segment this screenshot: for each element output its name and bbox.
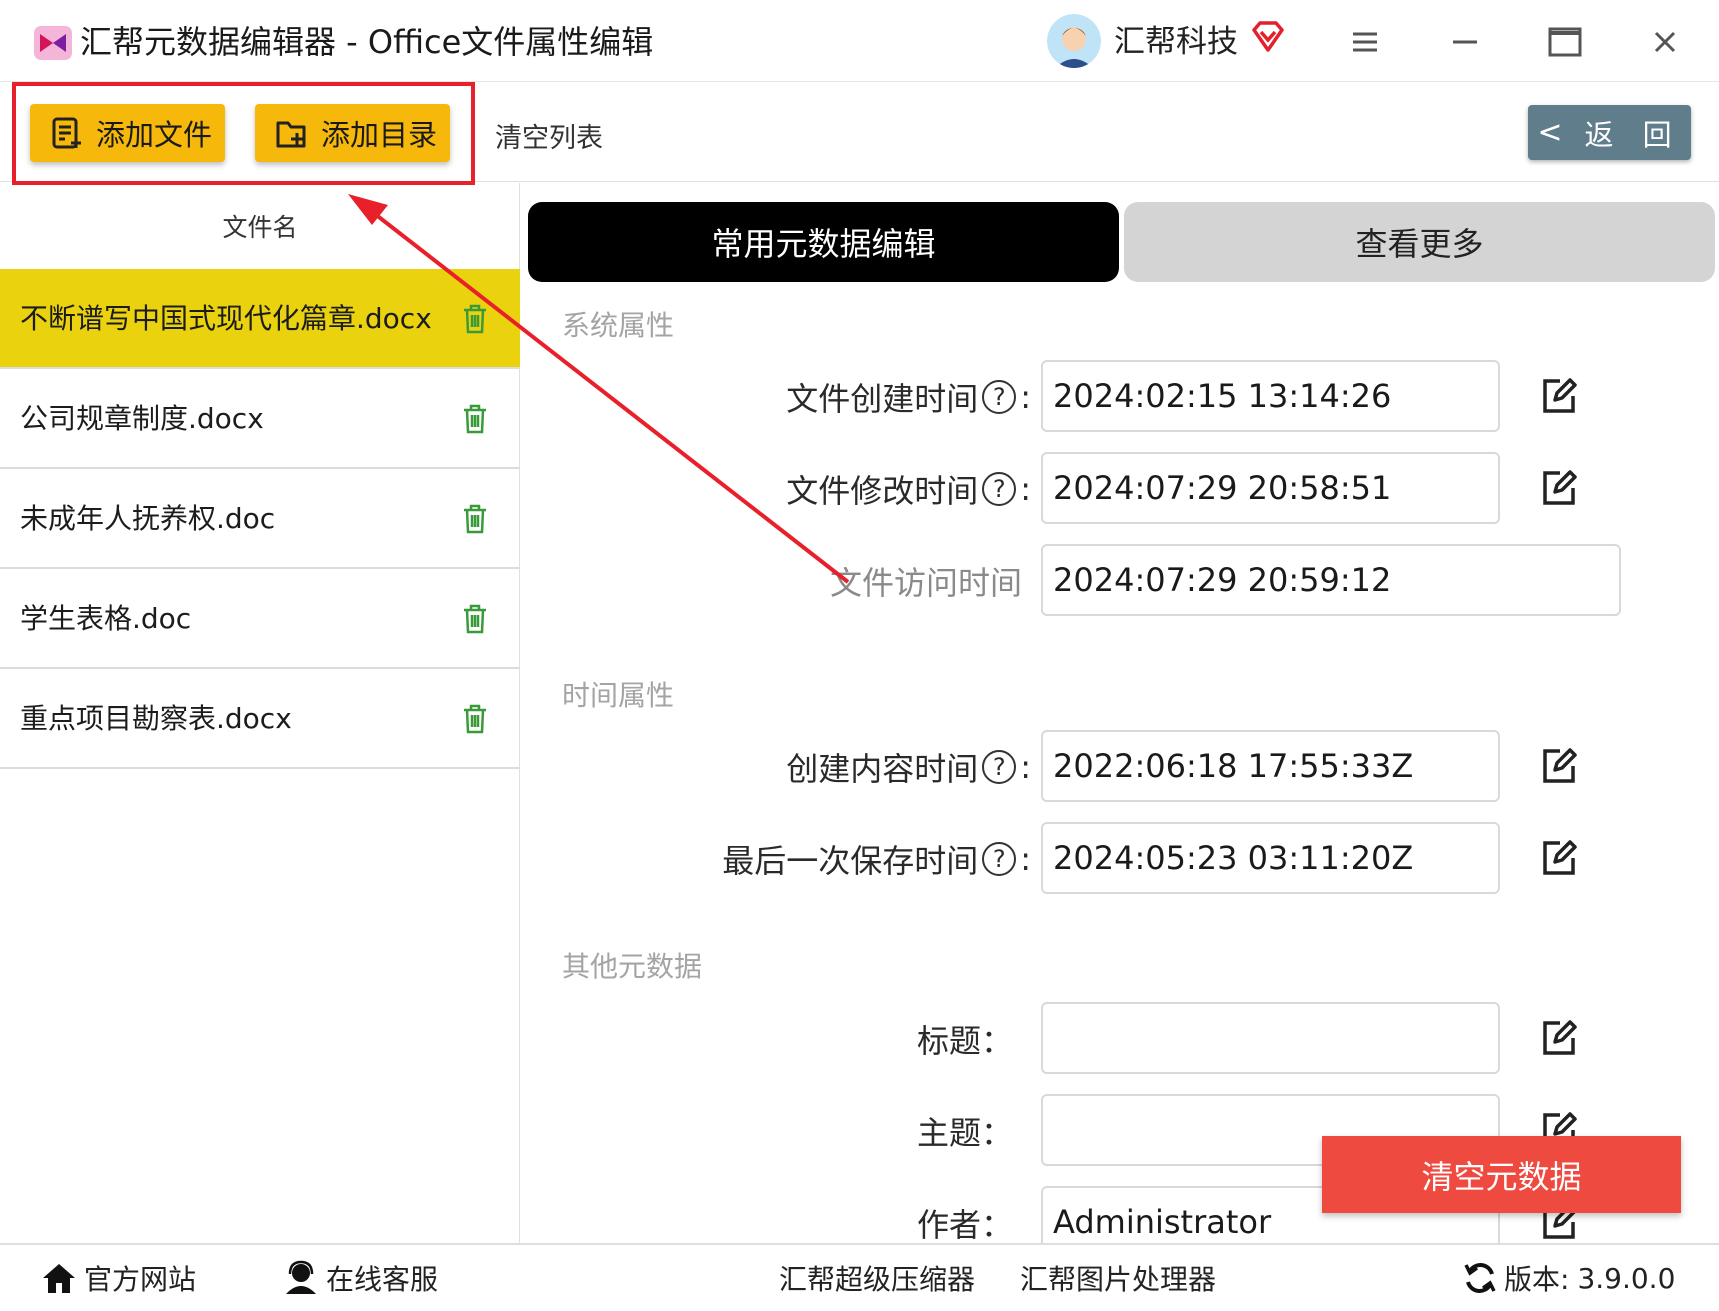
file-list-panel: 文件名 不断谱写中国式现代化篇章.docx 公司规章制度.docx 未成年人抚养… xyxy=(0,183,520,1243)
delete-icon[interactable] xyxy=(461,503,489,535)
last-saved-label-text: 最后一次保存时间 xyxy=(722,842,979,880)
modified-time-field[interactable]: 2024:07:29 20:58:51 xyxy=(1041,452,1500,524)
app-logo-icon xyxy=(34,26,72,60)
help-icon[interactable]: ? xyxy=(982,472,1017,506)
file-row[interactable]: 不断谱写中国式现代化篇章.docx xyxy=(0,269,520,369)
section-title-other: 其他元数据 xyxy=(562,950,703,983)
last-saved-label: 最后一次保存时间 ?: xyxy=(722,836,1031,882)
edit-icon[interactable] xyxy=(1540,1019,1578,1057)
last-saved-field[interactable]: 2024:05:23 03:11:20Z xyxy=(1041,822,1500,894)
author-label: 作者： xyxy=(916,1206,1013,1244)
version-number: 3.9.0.0 xyxy=(1577,1261,1676,1295)
file-name: 公司规章制度.docx xyxy=(20,402,264,435)
delete-icon[interactable] xyxy=(461,603,489,635)
help-icon[interactable]: ? xyxy=(982,750,1017,784)
clear-list-button[interactable]: 清空列表 xyxy=(495,116,603,155)
section-title-system: 系统属性 xyxy=(562,309,675,342)
add-folder-button[interactable]: 添加目录 xyxy=(255,104,450,162)
file-row[interactable]: 未成年人抚养权.doc xyxy=(0,469,520,569)
accessed-time-label-text: 文件访问时间 xyxy=(829,564,1022,602)
content-created-label: 创建内容时间 ?: xyxy=(786,744,1031,790)
delete-icon[interactable] xyxy=(461,403,489,435)
online-support-link[interactable]: 在线客服 xyxy=(282,1245,438,1311)
online-support-label: 在线客服 xyxy=(326,1263,439,1296)
created-time-label-text: 文件创建时间 xyxy=(786,380,979,418)
help-icon[interactable]: ? xyxy=(982,842,1017,876)
file-row[interactable]: 学生表格.doc xyxy=(0,569,520,669)
accessed-time-field: 2024:07:29 20:59:12 xyxy=(1041,544,1621,616)
add-file-button[interactable]: 添加文件 xyxy=(30,104,225,162)
edit-icon[interactable] xyxy=(1540,747,1578,785)
help-icon[interactable]: ? xyxy=(982,380,1017,414)
subject-label: 主题： xyxy=(916,1114,1013,1152)
accessed-time-label: 文件访问时间 xyxy=(830,558,1022,604)
status-bar: 官方网站 在线客服 汇帮超级压缩器 汇帮图片处理器 版本: 3.9.0.0 xyxy=(0,1243,1719,1311)
created-time-label: 文件创建时间 ?: xyxy=(786,374,1031,420)
window-title: 汇帮元数据编辑器 - Office文件属性编辑 xyxy=(80,23,654,61)
vip-diamond-icon[interactable] xyxy=(1250,20,1286,54)
edit-icon[interactable] xyxy=(1540,839,1578,877)
back-label: 返 回 xyxy=(1584,117,1682,152)
delete-icon[interactable] xyxy=(461,703,489,735)
content-created-label-text: 创建内容时间 xyxy=(786,750,979,788)
minimize-icon[interactable] xyxy=(1443,20,1487,64)
user-avatar[interactable] xyxy=(1047,14,1101,68)
edit-icon[interactable] xyxy=(1540,469,1578,507)
official-website-link[interactable]: 官方网站 xyxy=(40,1245,196,1311)
version-info[interactable]: 版本: 3.9.0.0 xyxy=(1462,1245,1675,1311)
section-title-time: 时间属性 xyxy=(562,679,675,712)
file-name: 未成年人抚养权.doc xyxy=(20,502,276,535)
version-label: 版本: xyxy=(1504,1263,1570,1296)
created-time-field[interactable]: 2024:02:15 13:14:26 xyxy=(1041,360,1500,432)
support-agent-icon xyxy=(286,1260,316,1294)
edit-icon[interactable] xyxy=(1540,377,1578,415)
chevron-left-icon: < xyxy=(1537,115,1563,150)
delete-icon[interactable] xyxy=(461,303,489,335)
file-name: 学生表格.doc xyxy=(20,602,192,635)
file-name: 不断谱写中国式现代化篇章.docx xyxy=(20,302,432,335)
file-row[interactable]: 公司规章制度.docx xyxy=(0,369,520,469)
add-folder-icon xyxy=(276,121,306,148)
content-created-field[interactable]: 2022:06:18 17:55:33Z xyxy=(1041,730,1500,802)
title-field[interactable] xyxy=(1041,1002,1500,1074)
modified-time-label-text: 文件修改时间 xyxy=(786,472,979,510)
file-row[interactable]: 重点项目勘察表.docx xyxy=(0,669,520,769)
add-file-label: 添加文件 xyxy=(96,118,213,152)
clear-metadata-button[interactable]: 清空元数据 xyxy=(1322,1136,1681,1213)
add-file-icon xyxy=(52,117,81,149)
brand-name: 汇帮科技 xyxy=(1114,24,1238,60)
add-folder-label: 添加目录 xyxy=(321,118,438,152)
tab-view-more[interactable]: 查看更多 xyxy=(1124,202,1715,282)
refresh-icon xyxy=(1464,1263,1496,1293)
image-tool-link[interactable]: 汇帮图片处理器 xyxy=(1020,1245,1216,1311)
menu-icon[interactable] xyxy=(1343,20,1387,64)
app-window: 汇帮元数据编辑器 - Office文件属性编辑 汇帮科技 添加文件 添加目录 清… xyxy=(0,0,1719,1311)
tab-common-metadata[interactable]: 常用元数据编辑 xyxy=(528,202,1119,282)
modified-time-label: 文件修改时间 ?: xyxy=(786,466,1031,512)
toolbar: 添加文件 添加目录 清空列表 xyxy=(0,82,1719,182)
file-name: 重点项目勘察表.docx xyxy=(20,702,292,735)
close-icon[interactable] xyxy=(1643,20,1687,64)
compressor-link[interactable]: 汇帮超级压缩器 xyxy=(779,1245,975,1311)
back-button[interactable]: < 返 回 xyxy=(1528,105,1691,160)
title-bar: 汇帮元数据编辑器 - Office文件属性编辑 汇帮科技 xyxy=(0,0,1719,82)
title-label: 标题： xyxy=(916,1022,1013,1060)
file-list-header: 文件名 xyxy=(222,213,298,242)
maximize-icon[interactable] xyxy=(1543,20,1587,64)
home-icon xyxy=(43,1264,75,1293)
official-website-label: 官方网站 xyxy=(84,1263,197,1296)
